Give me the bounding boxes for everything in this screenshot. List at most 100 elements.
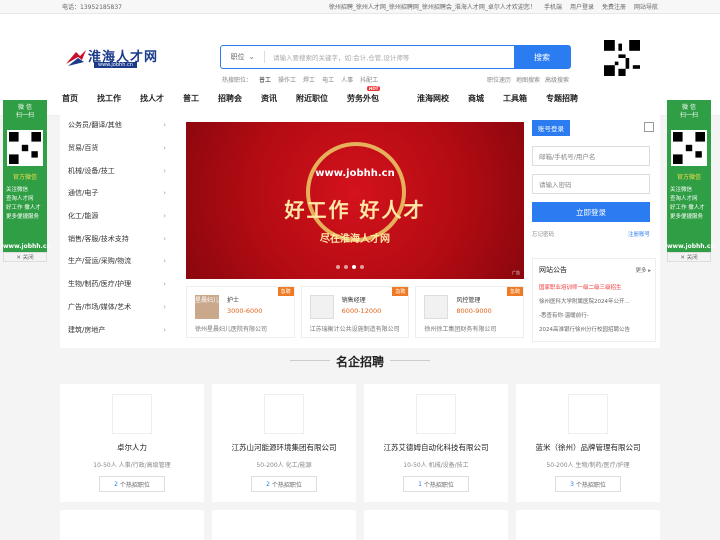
company-list: 卓尔人力 10-50人 人事/行政/高级管理 2 个热招职位 江苏山河能源环境集团… <box>60 384 660 502</box>
category-item[interactable]: 机械/设备/技工 › <box>60 159 178 182</box>
login-link[interactable]: 用户登录 <box>570 2 594 11</box>
mobile-link[interactable]: 手机端 <box>544 2 562 11</box>
ad-label: 广告 <box>512 270 520 275</box>
account-login-tab[interactable]: 账号登录 <box>532 120 570 136</box>
search-links: 职位速历 地图搜索 高级搜索 <box>487 75 569 84</box>
category-item[interactable]: 化工/能源 › <box>60 205 178 228</box>
nav-find-talent[interactable]: 找人才 <box>140 93 164 104</box>
search-scope-select[interactable]: 职位 ⌄ <box>221 51 265 63</box>
featured-job-card[interactable]: 星晨妇儿 护士 3000-6000 徐州星晨妇儿医院有限公司 急聘 <box>186 286 295 338</box>
map-search-link[interactable]: 地图搜索 <box>516 75 540 84</box>
hot-item[interactable]: 人事 <box>341 75 353 84</box>
left-wechat-panel: 微 信扫一扫 官方微信 关注微信 查淘人才网 好工作 撒人才 更多便捷服务 www.j… <box>3 100 51 252</box>
notice-item[interactable]: -悉查有你·温暖前行- <box>539 311 651 319</box>
featured-job-card[interactable]: 销售经理 6000-12000 江苏瑞衡计公共设施制造有限公司 急聘 <box>300 286 410 338</box>
company-logo <box>112 394 152 434</box>
advanced-search-link[interactable]: 高级搜索 <box>545 75 569 84</box>
side-url: www.jobhh.cn <box>667 243 715 250</box>
search-input[interactable]: 请输入要搜索的关键字，如:会计,仓管,设计师等 <box>265 46 514 68</box>
hot-jobs-button[interactable]: 2 个热招职位 <box>251 476 317 492</box>
hot-item[interactable]: 抖配工 <box>360 75 378 84</box>
forgot-password-link[interactable]: 忘记密码 <box>532 230 554 238</box>
login-panel: 账号登录 邮箱/手机号/用户名 请输入密码 立即登录 忘记密码 注册账号 <box>532 118 656 238</box>
category-item[interactable]: 生物/制药/医疗/护理 › <box>60 273 178 296</box>
notice-item[interactable]: 国家职业培训师一级二级三级招生 <box>539 283 651 291</box>
nav-topics[interactable]: 专题招聘 <box>546 93 578 104</box>
site-logo[interactable]: 淮海人才网 www.jobhh.cn <box>66 44 162 72</box>
hot-item[interactable]: 焊工 <box>303 75 315 84</box>
company-card[interactable] <box>516 510 660 540</box>
company-card[interactable] <box>60 510 204 540</box>
chevron-down-icon: ⌄ <box>248 53 255 61</box>
hero-banner[interactable]: www.jobhh.cn 好工作 好人才 尽在淮海人才网 广告 <box>186 122 524 279</box>
chevron-right-icon: › <box>163 212 166 221</box>
category-item[interactable]: 生产/营运/采购/物流 › <box>60 250 178 273</box>
qr-login-icon[interactable] <box>644 122 654 132</box>
company-logo <box>264 394 304 434</box>
category-item[interactable]: 公务员/翻译/其他 › <box>60 114 178 137</box>
document-icon <box>424 295 449 319</box>
nav-outsourcing[interactable]: 劳务外包 HOT <box>347 86 398 104</box>
search-button[interactable]: 搜索 <box>514 46 570 68</box>
password-field[interactable]: 请输入密码 <box>532 174 650 194</box>
category-item[interactable]: 销售/客服/技术支持 › <box>60 227 178 250</box>
company-name: 江苏艾德姆自动化科技有限公司 <box>383 443 489 452</box>
company-card[interactable]: 卓尔人力 10-50人 人事/行政/高级管理 2 个热招职位 <box>60 384 204 502</box>
company-card[interactable] <box>212 510 356 540</box>
nav-school[interactable]: 淮海网校 <box>417 93 449 104</box>
category-item[interactable]: 通信/电子 › <box>60 182 178 205</box>
hot-jobs-button[interactable]: 3 个热招职位 <box>555 476 621 492</box>
official-wechat-label: 官方微信 <box>676 174 701 181</box>
job-salary: 6000-12000 <box>341 307 382 315</box>
nav-toolbox[interactable]: 工具箱 <box>503 93 527 104</box>
main-nav: 首页 找工作 找人才 普工 招聘会 资讯 附近职位 劳务外包 HOT 淮海网校 商… <box>0 82 720 116</box>
company-card[interactable]: 江苏艾德姆自动化科技有限公司 10-50人 机械/设备/技工 1 个热招职位 <box>364 384 508 502</box>
notice-more-link[interactable]: 更多 ▸ <box>635 266 651 274</box>
username-field[interactable]: 邮箱/手机号/用户名 <box>532 146 650 166</box>
close-right-panel-button[interactable]: ✕ 关闭 <box>667 252 711 262</box>
category-item[interactable]: 建筑/房地产 › <box>60 318 178 341</box>
job-company: 徐州徐工集团财务有限公司 <box>424 326 497 333</box>
banner-ring <box>306 142 406 242</box>
job-title: 风控管理 <box>456 297 481 304</box>
login-button[interactable]: 立即登录 <box>532 202 650 222</box>
site-nav-link[interactable]: 网站导航 <box>634 2 658 11</box>
search-link[interactable]: 职位速历 <box>487 75 511 84</box>
side-url: www.jobhh.cn <box>3 243 51 250</box>
nav-news[interactable]: 资讯 <box>261 93 277 104</box>
carousel-dot[interactable] <box>336 265 340 269</box>
carousel-dot[interactable] <box>352 265 356 269</box>
carousel-dot[interactable] <box>360 265 364 269</box>
nav-job-fair[interactable]: 招聘会 <box>218 93 242 104</box>
nav-mall[interactable]: 商城 <box>468 93 484 104</box>
close-left-panel-button[interactable]: ✕ 关闭 <box>3 252 47 262</box>
job-company: 江苏瑞衡计公共设施制造有限公司 <box>309 326 400 333</box>
featured-job-card[interactable]: 风控管理 8000-9000 徐州徐工集团财务有限公司 急聘 <box>415 286 525 338</box>
company-card[interactable]: 江苏山河能源环境集团有限公司 50-200人 化工/能源 2 个热招职位 <box>212 384 356 502</box>
category-item[interactable]: 广告/市场/媒体/艺术 › <box>60 296 178 319</box>
wechat-label: 微 信扫一扫 <box>15 104 34 119</box>
nav-nearby[interactable]: 附近职位 <box>296 93 328 104</box>
category-list: 公务员/翻译/其他 › 贸易/百货 › 机械/设备/技工 › 通信/电子 › 化工/能源… <box>60 114 178 341</box>
hot-item[interactable]: 电工 <box>322 75 334 84</box>
register-link[interactable]: 免费注册 <box>602 2 626 11</box>
company-card[interactable] <box>364 510 508 540</box>
notice-item[interactable]: 徐州医科大学附属医院2024年公开... <box>539 297 651 305</box>
hot-jobs-button[interactable]: 1 个热招职位 <box>403 476 469 492</box>
hot-item[interactable]: 普工 <box>259 75 271 84</box>
nav-home[interactable]: 首页 <box>62 93 78 104</box>
nav-find-job[interactable]: 找工作 <box>97 93 121 104</box>
urgent-badge: 急聘 <box>392 287 409 296</box>
chevron-right-icon: › <box>163 257 166 266</box>
phone-text: 电话：13952185837 <box>62 4 122 11</box>
hot-item[interactable]: 操作工 <box>278 75 296 84</box>
company-card[interactable]: 蓝米（徐州）品牌管理有限公司 50-200人 生物/制药/医疗/护理 3 个热招职… <box>516 384 660 502</box>
nav-general-worker[interactable]: 普工 <box>183 93 199 104</box>
category-item[interactable]: 贸易/百货 › <box>60 137 178 160</box>
chevron-right-icon: › <box>163 121 166 130</box>
hot-jobs-button[interactable]: 2 个热招职位 <box>99 476 165 492</box>
chevron-right-icon: › <box>163 166 166 175</box>
notice-item[interactable]: 2024高淮银行徐州分行校园招聘公告 <box>539 325 651 333</box>
carousel-dot[interactable] <box>344 265 348 269</box>
register-link[interactable]: 注册账号 <box>628 230 650 238</box>
